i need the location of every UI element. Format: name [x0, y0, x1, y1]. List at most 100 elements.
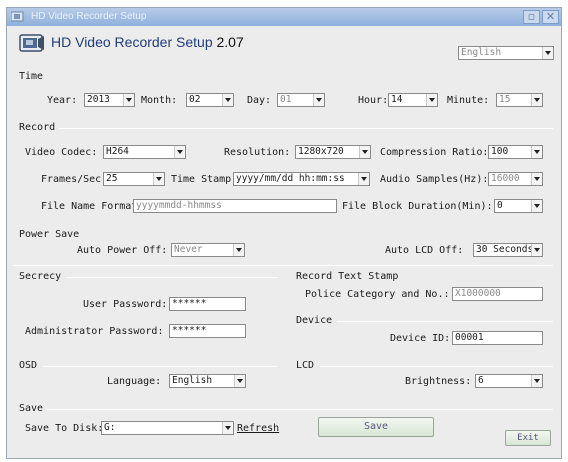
filename-input[interactable]: yyyymmdd-hhmmss [133, 199, 337, 213]
audio-value: 16000 [491, 173, 520, 184]
day-select[interactable]: 01 [277, 93, 325, 107]
resolution-select[interactable]: 1280x720 [295, 145, 371, 159]
admin-password-value: ****** [172, 325, 207, 336]
resolution-value: 1280x720 [298, 146, 344, 157]
chevron-down-icon [234, 375, 245, 387]
auto-lcd-off-value: 30 Seconds [476, 244, 534, 255]
brightness-label: Brightness: [405, 376, 472, 387]
section-save: Save [19, 403, 44, 414]
section-lcd: LCD [296, 360, 315, 371]
user-password-input[interactable]: ****** [169, 297, 246, 311]
police-input[interactable]: X1000000 [452, 287, 543, 301]
month-label: Month: [141, 95, 178, 106]
divider [43, 366, 277, 367]
admin-password-input[interactable]: ****** [169, 324, 246, 338]
exit-button[interactable]: Exit [505, 430, 551, 446]
timestamp-value: yyyy/mm/dd hh:mm:ss [236, 173, 345, 184]
close-button[interactable]: ✕ [542, 10, 559, 24]
chevron-down-icon [531, 375, 542, 387]
day-value: 01 [280, 94, 292, 105]
osd-language-label: Language: [107, 376, 162, 387]
compression-select[interactable]: 100 [488, 145, 543, 159]
filename-label: File Name Format: [41, 201, 144, 212]
chevron-down-icon [531, 244, 542, 256]
minute-select[interactable]: 15 [496, 93, 543, 107]
brightness-select[interactable]: 6 [475, 374, 543, 388]
header-language-value: English [461, 47, 502, 58]
fileblock-value: 0 [497, 200, 503, 211]
divider [67, 277, 277, 278]
minimize-button[interactable]: ▫ [523, 10, 540, 24]
month-select[interactable]: 02 [186, 93, 234, 107]
auto-power-off-select[interactable]: Never [171, 243, 245, 257]
user-password-label: User Password: [83, 299, 168, 310]
device-id-value: 00001 [455, 332, 484, 343]
app-title: HD Video Recorder Setup [51, 34, 213, 50]
divider [47, 409, 553, 410]
chevron-down-icon [313, 94, 324, 106]
save-button[interactable]: Save [318, 417, 434, 437]
compression-value: 100 [491, 146, 509, 157]
year-select[interactable]: 2013 [84, 93, 135, 107]
section-osd: OSD [19, 360, 38, 371]
save-disk-select[interactable]: G: [101, 421, 234, 435]
divider [13, 265, 553, 266]
audio-select[interactable]: 16000 [488, 172, 543, 186]
device-id-input[interactable]: 00001 [452, 331, 543, 345]
chevron-down-icon [358, 173, 369, 185]
fps-select[interactable]: 25 [103, 172, 165, 186]
admin-password-label: Administrator Password: [25, 326, 164, 337]
fps-label: Frames/Sec: [41, 174, 108, 185]
codec-select[interactable]: H264 [103, 145, 186, 159]
police-label: Police Category and No.: [305, 289, 450, 300]
chevron-down-icon [222, 422, 233, 434]
divider [319, 366, 553, 367]
chevron-down-icon [359, 146, 370, 158]
save-disk-value: G: [104, 422, 116, 433]
section-record: Record [19, 122, 56, 133]
section-record-text-stamp: Record Text Stamp [296, 271, 399, 282]
app-icon [11, 11, 24, 22]
fileblock-label: File Block Duration(Min): [342, 201, 493, 212]
brightness-value: 6 [478, 375, 484, 386]
section-power-save: Power Save [19, 229, 80, 240]
camera-icon [19, 34, 44, 52]
police-value: X1000000 [455, 288, 501, 299]
header-language-select[interactable]: English [458, 46, 554, 60]
section-secrecy: Secrecy [19, 271, 62, 282]
hour-label: Hour: [358, 95, 389, 106]
chevron-down-icon [123, 94, 134, 106]
year-value: 2013 [87, 94, 110, 105]
chevron-down-icon [531, 173, 542, 185]
codec-label: Video Codec: [25, 147, 98, 158]
day-label: Day: [247, 95, 272, 106]
setup-window: HD Video Recorder Setup ▫ ✕ HD Video Rec… [6, 7, 562, 459]
divider [337, 321, 553, 322]
device-id-label: Device ID: [390, 333, 451, 344]
osd-language-value: English [172, 375, 213, 386]
hour-select[interactable]: 14 [388, 93, 438, 107]
minute-value: 15 [499, 94, 511, 105]
app-version: 2.07 [216, 34, 244, 50]
chevron-down-icon [531, 94, 542, 106]
page-title: HD Video Recorder Setup 2.07 [51, 34, 244, 50]
resolution-label: Resolution: [224, 147, 291, 158]
timestamp-select[interactable]: yyyy/mm/dd hh:mm:ss [233, 172, 370, 186]
refresh-link[interactable]: Refresh [237, 423, 279, 434]
chevron-down-icon [531, 200, 542, 212]
auto-lcd-off-label: Auto LCD Off: [385, 245, 464, 256]
minute-label: Minute: [447, 95, 490, 106]
audio-label: Audio Samples(Hz): [380, 174, 489, 185]
auto-lcd-off-select[interactable]: 30 Seconds [473, 243, 543, 257]
divider [59, 128, 553, 129]
title-bar[interactable]: HD Video Recorder Setup ▫ ✕ [7, 8, 561, 26]
section-time: Time [19, 71, 44, 82]
chevron-down-icon [542, 47, 553, 59]
osd-language-select[interactable]: English [169, 374, 246, 388]
fileblock-select[interactable]: 0 [494, 199, 543, 213]
chevron-down-icon [153, 173, 164, 185]
save-disk-label: Save To Disk: [25, 423, 104, 434]
timestamp-label: Time Stamp: [171, 174, 238, 185]
filename-value: yyyymmdd-hhmmss [136, 200, 222, 211]
codec-value: H264 [106, 146, 129, 157]
